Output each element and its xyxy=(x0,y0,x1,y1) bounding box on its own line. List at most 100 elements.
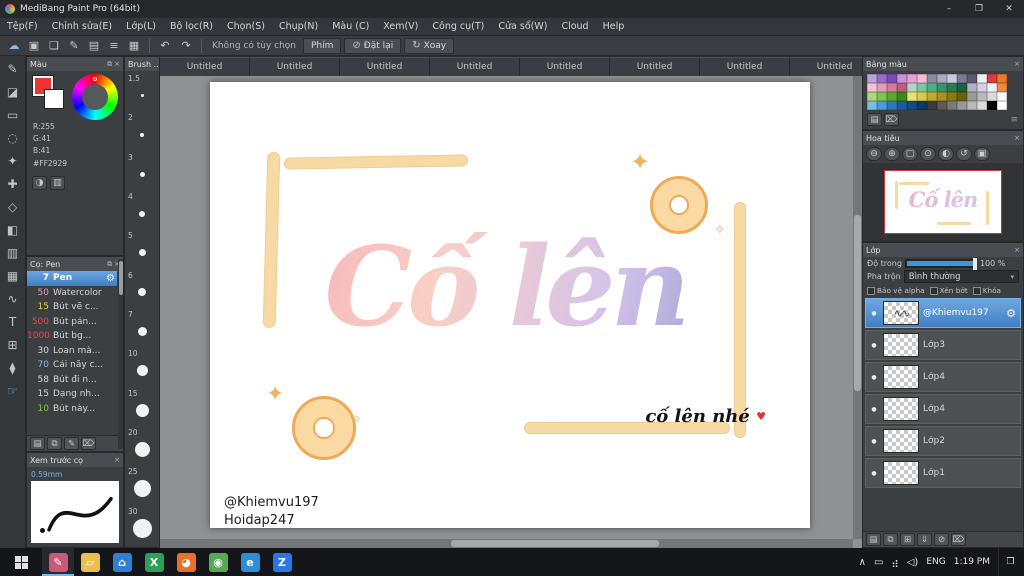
brush-item[interactable]: 1000 Bút bg... xyxy=(27,329,117,344)
color-slider-icon[interactable]: ▥ xyxy=(50,175,65,190)
lock-checkbox[interactable]: Khóa xyxy=(972,286,1001,295)
layer-row[interactable]: ● Lớp1 xyxy=(865,458,1021,488)
layer-row[interactable]: ● Lớp2 xyxy=(865,426,1021,456)
palette-swatch[interactable] xyxy=(887,83,897,92)
panel-close-icon[interactable]: × xyxy=(1014,134,1020,142)
pc-icon[interactable]: ▭ xyxy=(874,557,883,568)
navigator-thumbnail[interactable]: Cố lên xyxy=(884,170,1002,234)
action-center-button[interactable]: ❐ xyxy=(998,548,1022,576)
palette-swatch[interactable] xyxy=(877,101,887,110)
taskbar-app-edge[interactable]: e xyxy=(234,548,266,576)
fullscreen-icon[interactable]: ▣ xyxy=(974,147,990,161)
shape-tool[interactable]: ▦ xyxy=(3,266,23,286)
menu-item[interactable]: Chỉnh sửa(E) xyxy=(45,21,120,32)
palette-swatch[interactable] xyxy=(917,74,927,83)
palette-swatch[interactable] xyxy=(917,92,927,101)
clear-layer-icon[interactable]: ⊘ xyxy=(934,533,949,546)
taskbar-app-chrome[interactable]: ◉ xyxy=(202,548,234,576)
menu-item[interactable]: Xem(V) xyxy=(376,21,425,32)
brush-item[interactable]: 7 Pen ⚙ xyxy=(27,271,117,286)
clock[interactable]: 1:19 PM xyxy=(954,557,990,567)
merge-down-icon[interactable]: ⇓ xyxy=(917,533,932,546)
grid-icon[interactable]: ▦ xyxy=(125,38,143,54)
palette-swatch[interactable] xyxy=(987,92,997,101)
delete-swatch-icon[interactable]: ⌦ xyxy=(884,113,899,126)
layer-folder-icon[interactable]: ⊞ xyxy=(900,533,915,546)
brush-icon[interactable]: ✎ xyxy=(65,38,83,54)
menu-item[interactable]: Help xyxy=(596,21,632,32)
original-size-icon[interactable]: ⊙ xyxy=(920,147,936,161)
brush-item[interactable]: 10 Bút này... xyxy=(27,402,117,417)
palette-swatch[interactable] xyxy=(957,74,967,83)
layer-visibility-dot[interactable]: ● xyxy=(869,406,879,413)
palette-swatch[interactable] xyxy=(987,83,997,92)
comment-icon[interactable]: ❏ xyxy=(45,38,63,54)
palette-swatch[interactable] xyxy=(917,101,927,110)
document-tab[interactable]: Untitled xyxy=(160,57,250,76)
delete-layer-icon[interactable]: ⌦ xyxy=(951,533,966,546)
menu-item[interactable]: Bộ lọc(R) xyxy=(163,21,220,32)
brush-size-item[interactable]: 6 xyxy=(125,270,159,309)
palette-swatch[interactable] xyxy=(997,83,1007,92)
palette-swatch[interactable] xyxy=(967,92,977,101)
menu-item[interactable]: Chụp(N) xyxy=(272,21,325,32)
palette-swatch[interactable] xyxy=(927,101,937,110)
palette-swatch[interactable] xyxy=(957,101,967,110)
canvas-horizontal-scrollbar[interactable] xyxy=(160,539,853,548)
brush-settings-icon[interactable]: ⚙ xyxy=(106,273,115,284)
brush-size-item[interactable]: 20 xyxy=(125,427,159,466)
palette-swatch[interactable] xyxy=(947,83,957,92)
move-tool[interactable]: ✚ xyxy=(3,174,23,194)
brush-size-item[interactable]: 15 xyxy=(125,388,159,427)
lasso-tool[interactable]: ◌ xyxy=(3,128,23,148)
palette-swatch[interactable] xyxy=(907,92,917,101)
fit-window-icon[interactable]: ▢ xyxy=(902,147,918,161)
palette-swatch[interactable] xyxy=(977,101,987,110)
taskbar-app-medibang[interactable]: ✎ xyxy=(42,548,74,576)
layer-row[interactable]: ● Lớp3 xyxy=(865,330,1021,360)
layer-row[interactable]: ● ∿∿ @Khiemvu197 ⚙ xyxy=(865,298,1021,328)
undo-button[interactable]: ↶ xyxy=(156,38,174,54)
document-tab[interactable]: Untitled xyxy=(790,57,862,76)
brush-size-item[interactable]: 7 xyxy=(125,309,159,348)
keys-button[interactable]: Phím xyxy=(303,37,342,54)
menu-item[interactable]: Công cụ(T) xyxy=(425,21,491,32)
palette-swatch[interactable] xyxy=(997,74,1007,83)
brush-item[interactable]: 50 Watercolor xyxy=(27,286,117,301)
brush-size-item[interactable]: 1.5 xyxy=(125,73,159,112)
taskbar-app-file-explorer[interactable]: ▱ xyxy=(74,548,106,576)
brush-list-scrollbar[interactable] xyxy=(118,259,123,449)
duplicate-layer-icon[interactable]: ⧉ xyxy=(883,533,898,546)
blend-mode-select[interactable]: Bình thường ▾ xyxy=(903,270,1019,283)
layer-visibility-dot[interactable]: ● xyxy=(869,438,879,445)
list-icon[interactable]: ≡ xyxy=(105,38,123,54)
brush-size-item[interactable]: 30 xyxy=(125,506,159,545)
panel-close-icon[interactable]: × xyxy=(1014,246,1020,254)
palette-swatch[interactable] xyxy=(947,74,957,83)
palette-swatch[interactable] xyxy=(867,83,877,92)
palette-swatch[interactable] xyxy=(967,74,977,83)
tray-expand-icon[interactable]: ∧ xyxy=(859,557,866,568)
edit-brush-icon[interactable]: ✎ xyxy=(64,437,79,450)
palette-swatch[interactable] xyxy=(907,74,917,83)
palette-swatch[interactable] xyxy=(947,101,957,110)
panel-close-icon[interactable]: × xyxy=(1014,60,1020,68)
palette-swatch[interactable] xyxy=(887,101,897,110)
palette-swatch[interactable] xyxy=(967,83,977,92)
palette-swatch[interactable] xyxy=(917,83,927,92)
menu-item[interactable]: Cloud xyxy=(554,21,595,32)
document-tab[interactable]: Untitled xyxy=(700,57,790,76)
document-tab[interactable]: Untitled xyxy=(610,57,700,76)
material-icon[interactable]: ▤ xyxy=(85,38,103,54)
brush-item[interactable]: 500 Bút pản... xyxy=(27,315,117,330)
menu-item[interactable]: Lớp(L) xyxy=(119,21,163,32)
palette-swatch[interactable] xyxy=(897,83,907,92)
new-brush-icon[interactable]: ▤ xyxy=(30,437,45,450)
reset-view-button[interactable]: ⊘ Đặt lại xyxy=(344,37,402,54)
palette-swatch[interactable] xyxy=(937,83,947,92)
eraser-tool[interactable]: ◪ xyxy=(3,82,23,102)
menu-item[interactable]: Cửa sổ(W) xyxy=(491,21,554,32)
taskbar-app-store[interactable]: ⌂ xyxy=(106,548,138,576)
network-icon[interactable]: ⣴ xyxy=(891,557,898,568)
rotate-ccw-icon[interactable]: ↺ xyxy=(956,147,972,161)
